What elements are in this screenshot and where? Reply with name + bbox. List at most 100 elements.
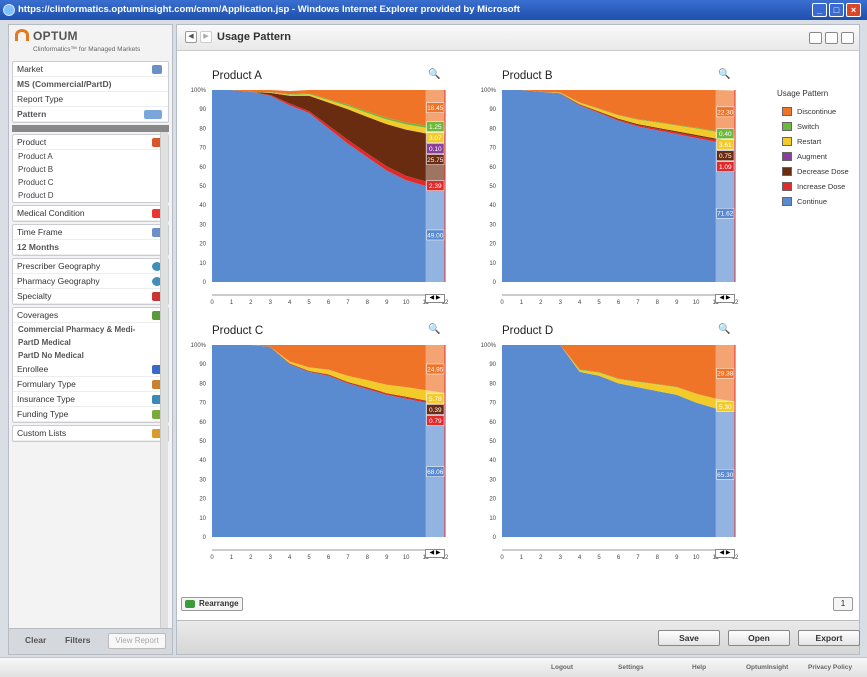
legend-item: Switch (777, 121, 857, 136)
enrollee-label: Enrollee (17, 364, 49, 374)
time-frame-filter[interactable]: Time Frame (13, 225, 168, 240)
custom-lists-group: Custom Lists (12, 425, 169, 442)
x-tick-label: 0 (500, 555, 504, 561)
data-label: 18.45 (427, 105, 444, 112)
y-tick-label: 90 (199, 362, 206, 368)
back-button[interactable]: ◀ (185, 31, 197, 43)
x-tick-label: 8 (366, 555, 370, 561)
x-tick-label: 3 (269, 300, 273, 306)
x-tick-label: 7 (636, 300, 640, 306)
calendar-icon[interactable] (152, 65, 162, 74)
close-button[interactable]: × (846, 3, 861, 17)
y-tick-label: 60 (199, 420, 206, 426)
y-tick-label: 40 (199, 203, 206, 209)
report-type-label: Report Type (17, 94, 64, 104)
x-tick-label: 9 (675, 555, 679, 561)
specialty-filter[interactable]: Specialty (13, 289, 168, 304)
period-nav-arrows[interactable]: ◀ ▶ (715, 549, 735, 558)
y-tick-label: 80 (489, 126, 496, 132)
forward-button[interactable]: ▶ (200, 31, 212, 43)
data-label: 0.79 (429, 418, 442, 425)
x-tick-label: 10 (403, 300, 410, 306)
period-nav-arrows[interactable]: ◀ ▶ (425, 549, 445, 558)
report-type-filter[interactable]: Report Type (13, 92, 168, 107)
time-frame-value: 12 Months (13, 240, 168, 255)
x-tick-label: 5 (597, 300, 601, 306)
optuminsight-link[interactable]: OptumInsight (746, 664, 788, 671)
y-tick-label: 80 (199, 126, 206, 132)
report-panel: ◀ ▶ Usage Pattern Product A 🔍 100% 90 80 70… (176, 24, 860, 655)
market-filter[interactable]: Market (13, 62, 168, 77)
x-tick-label: 3 (559, 555, 563, 561)
x-tick-label: 5 (307, 555, 311, 561)
y-tick-label: 10 (489, 516, 496, 522)
y-tick-label: 20 (199, 242, 206, 248)
legend-title: Usage Pattern (777, 89, 829, 98)
coverages-filter[interactable]: Coverages (13, 308, 168, 323)
prescriber-geography-filter[interactable]: Prescriber Geography (13, 259, 168, 274)
coverages-label: Coverages (17, 310, 59, 320)
data-label: 68.06 (427, 469, 444, 476)
coverage-item: PartD No Medical (18, 351, 84, 360)
y-tick-label: 60 (489, 420, 496, 426)
data-label: 0.10 (429, 146, 442, 153)
legend-item: Restart (777, 136, 857, 151)
column-view-button[interactable] (841, 32, 854, 44)
single-view-button[interactable] (825, 32, 838, 44)
medical-condition-filter[interactable]: Medical Condition (13, 206, 168, 221)
y-tick-label: 100% (191, 88, 207, 94)
data-label: 22.30 (717, 109, 734, 116)
save-button[interactable]: Save (658, 630, 720, 646)
y-tick-label: 40 (489, 203, 496, 209)
pattern-icon[interactable] (144, 110, 162, 119)
y-tick-label: 70 (489, 146, 496, 152)
open-button[interactable]: Open (728, 630, 790, 646)
specialty-label: Specialty (17, 291, 52, 301)
y-tick-label: 30 (489, 222, 496, 228)
period-nav-arrows[interactable]: ◀ ▶ (425, 294, 445, 303)
legend-item: Increase Dose (777, 181, 857, 196)
y-tick-label: 50 (489, 184, 496, 190)
insurance-type-filter[interactable]: Insurance Type (13, 392, 168, 407)
rearrange-icon (185, 600, 195, 608)
y-tick-label: 100% (191, 343, 207, 349)
chart-product-a: Product A 🔍 100% 90 80 70 60 50 40 30 20 10 0 0 1 2 3 4… (185, 69, 455, 315)
enrollee-filter[interactable]: Enrollee (13, 362, 168, 377)
logout-link[interactable]: Logout (551, 664, 573, 671)
legend-label: Restart (797, 137, 822, 146)
grid-view-button[interactable] (809, 32, 822, 44)
product-item: Product C (18, 178, 54, 187)
view-report-button[interactable]: View Report (108, 633, 166, 649)
funding-type-filter[interactable]: Funding Type (13, 407, 168, 422)
page-number[interactable]: 1 (833, 597, 853, 611)
data-label: 5.30 (719, 404, 732, 411)
data-label: 71.62 (717, 211, 734, 218)
maximize-button[interactable]: □ (829, 3, 844, 17)
formulary-type-filter[interactable]: Formulary Type (13, 377, 168, 392)
geography-group: Prescriber Geography Pharmacy Geography … (12, 258, 169, 305)
chart-product-c: Product C 🔍 100% 90 80 70 60 50 40 30 20 10 0 0 1 2 3 4… (185, 324, 455, 570)
filter-sidebar: OPTUM Clinformatics™ for Managed Markets… (8, 24, 173, 655)
clear-button[interactable]: Clear (25, 635, 46, 645)
sidebar-scrollbar[interactable] (160, 132, 168, 637)
export-button[interactable]: Export (798, 630, 860, 646)
legend-swatch (782, 152, 792, 161)
minimize-button[interactable]: _ (812, 3, 827, 17)
rearrange-button[interactable]: Rearrange (181, 597, 243, 611)
settings-link[interactable]: Settings (618, 664, 644, 671)
status-bar: Logout Settings Help OptumInsight Privac… (0, 657, 867, 677)
product-filter[interactable]: Product (13, 135, 168, 150)
y-tick-label: 70 (199, 401, 206, 407)
data-label: 0.75 (719, 153, 732, 160)
filters-button[interactable]: Filters (65, 635, 91, 645)
product-item: Product A (18, 152, 53, 161)
privacy-policy-link[interactable]: Privacy Policy (808, 664, 852, 671)
pharmacy-geography-label: Pharmacy Geography (17, 276, 100, 286)
custom-lists-filter[interactable]: Custom Lists (13, 426, 168, 441)
period-nav-arrows[interactable]: ◀ ▶ (715, 294, 735, 303)
help-link[interactable]: Help (692, 664, 706, 671)
pharmacy-geography-filter[interactable]: Pharmacy Geography (13, 274, 168, 289)
x-tick-label: 4 (288, 555, 292, 561)
y-tick-label: 100% (481, 88, 497, 94)
coverage-item: Commercial Pharmacy & Medi- (18, 325, 136, 334)
